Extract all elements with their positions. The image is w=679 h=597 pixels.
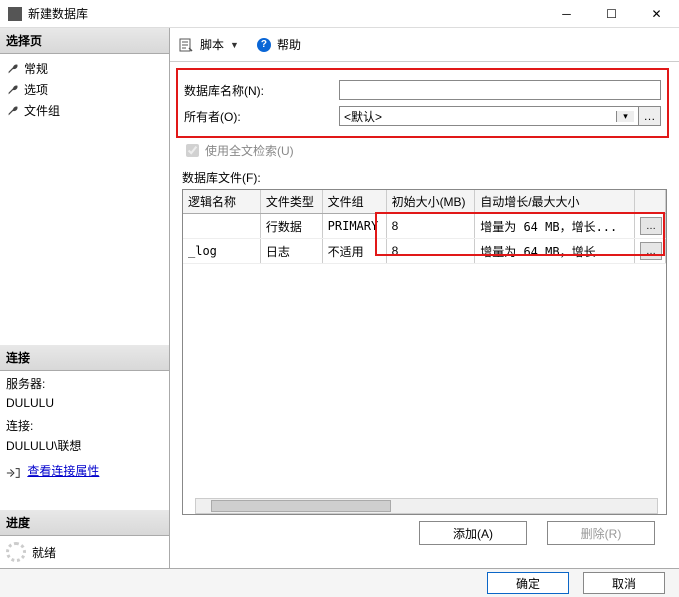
cell-logical-name[interactable]: _log (183, 239, 260, 264)
owner-value: <默认> (344, 108, 382, 125)
script-dropdown[interactable]: 脚本 (200, 36, 224, 53)
col-autogrowth[interactable]: 自动增长/最大大小 (475, 190, 635, 214)
titlebar: 新建数据库 ─ ☐ ✕ (0, 0, 679, 28)
cell-autogrowth[interactable]: 增量为 64 MB，增长... (475, 239, 635, 264)
connection-header: 连接 (0, 345, 169, 371)
cell-initial-size[interactable]: 8 (386, 214, 475, 239)
table-header-row: 逻辑名称 文件类型 文件组 初始大小(MB) 自动增长/最大大小 (183, 190, 666, 214)
connection-props-icon (6, 466, 20, 478)
help-icon: ? (257, 38, 271, 52)
page-list: 常规 选项 文件组 (0, 54, 169, 125)
fulltext-label: 使用全文检索(U) (205, 142, 294, 159)
cell-file-type[interactable]: 日志 (260, 239, 322, 264)
chevron-down-icon[interactable]: ▾ (616, 111, 634, 122)
fulltext-checkbox (186, 144, 199, 157)
cell-logical-name[interactable] (183, 214, 260, 239)
table-row[interactable]: 行数据 PRIMARY 8 增量为 64 MB，增长... … (183, 214, 666, 239)
progress-ready: 就绪 (0, 536, 169, 568)
content: 脚本 ▼ ? 帮助 数据库名称(N): 所有者(O): <默认> (170, 28, 679, 568)
table-row[interactable]: _log 日志 不适用 8 增量为 64 MB，增长... … (183, 239, 666, 264)
sidebar-item-filegroups[interactable]: 文件组 (6, 100, 163, 121)
files-label: 数据库文件(F): (182, 169, 667, 186)
app-icon (8, 7, 22, 21)
files-table-wrap: 逻辑名称 文件类型 文件组 初始大小(MB) 自动增长/最大大小 行数据 PRI… (182, 189, 667, 515)
db-name-input[interactable] (339, 80, 661, 100)
minimize-button[interactable]: ─ (544, 0, 589, 28)
owner-browse-button[interactable]: … (639, 106, 661, 126)
toolbar: 脚本 ▼ ? 帮助 (170, 28, 679, 62)
autogrowth-browse-button[interactable]: … (640, 217, 662, 235)
conn-label: 连接: (6, 417, 163, 436)
spinner-icon (6, 542, 26, 562)
chevron-down-icon[interactable]: ▼ (230, 40, 239, 50)
cell-file-type[interactable]: 行数据 (260, 214, 322, 239)
remove-button: 删除(R) (547, 521, 655, 545)
db-name-label: 数据库名称(N): (184, 82, 339, 99)
horizontal-scrollbar[interactable] (195, 498, 658, 514)
server-label: 服务器: (6, 375, 163, 394)
conn-value: DULULU\联想 (6, 437, 163, 456)
scrollbar-thumb[interactable] (211, 500, 391, 512)
autogrowth-browse-button[interactable]: … (640, 242, 662, 260)
owner-select[interactable]: <默认> ▾ (339, 106, 639, 126)
sidebar-item-label: 文件组 (24, 102, 60, 119)
col-file-type[interactable]: 文件类型 (260, 190, 322, 214)
wrench-icon (6, 62, 20, 76)
view-connection-properties-link[interactable]: 查看连接属性 (27, 464, 99, 478)
cell-autogrowth[interactable]: 增量为 64 MB，增长... (475, 214, 635, 239)
dialog-footer: 确定 取消 (0, 568, 679, 597)
maximize-button[interactable]: ☐ (589, 0, 634, 28)
close-button[interactable]: ✕ (634, 0, 679, 28)
sidebar-item-options[interactable]: 选项 (6, 79, 163, 100)
help-button[interactable]: 帮助 (277, 36, 301, 53)
cell-filegroup[interactable]: PRIMARY (322, 214, 386, 239)
wrench-icon (6, 104, 20, 118)
sidebar: 选择页 常规 选项 文件组 连接 (0, 28, 170, 568)
ok-button[interactable]: 确定 (487, 572, 569, 594)
server-value: DULULU (6, 394, 163, 413)
script-icon (178, 37, 194, 53)
sidebar-item-label: 常规 (24, 60, 48, 77)
wrench-icon (6, 83, 20, 97)
col-initial-size[interactable]: 初始大小(MB) (386, 190, 475, 214)
files-table[interactable]: 逻辑名称 文件类型 文件组 初始大小(MB) 自动增长/最大大小 行数据 PRI… (183, 190, 666, 264)
cell-filegroup[interactable]: 不适用 (322, 239, 386, 264)
col-filegroup[interactable]: 文件组 (322, 190, 386, 214)
ready-text: 就绪 (32, 544, 56, 561)
sidebar-item-label: 选项 (24, 81, 48, 98)
cell-initial-size[interactable]: 8 (386, 239, 475, 264)
select-page-header: 选择页 (0, 28, 169, 54)
cancel-button[interactable]: 取消 (583, 572, 665, 594)
progress-header: 进度 (0, 510, 169, 536)
col-logical-name[interactable]: 逻辑名称 (183, 190, 260, 214)
add-button[interactable]: 添加(A) (419, 521, 527, 545)
sidebar-item-general[interactable]: 常规 (6, 58, 163, 79)
form-area: 数据库名称(N): 所有者(O): <默认> ▾ … (170, 62, 679, 559)
window-title: 新建数据库 (28, 5, 88, 22)
connection-block: 服务器: DULULU 连接: DULULU\联想 查看连接属性 (0, 371, 169, 485)
owner-label: 所有者(O): (184, 108, 339, 125)
